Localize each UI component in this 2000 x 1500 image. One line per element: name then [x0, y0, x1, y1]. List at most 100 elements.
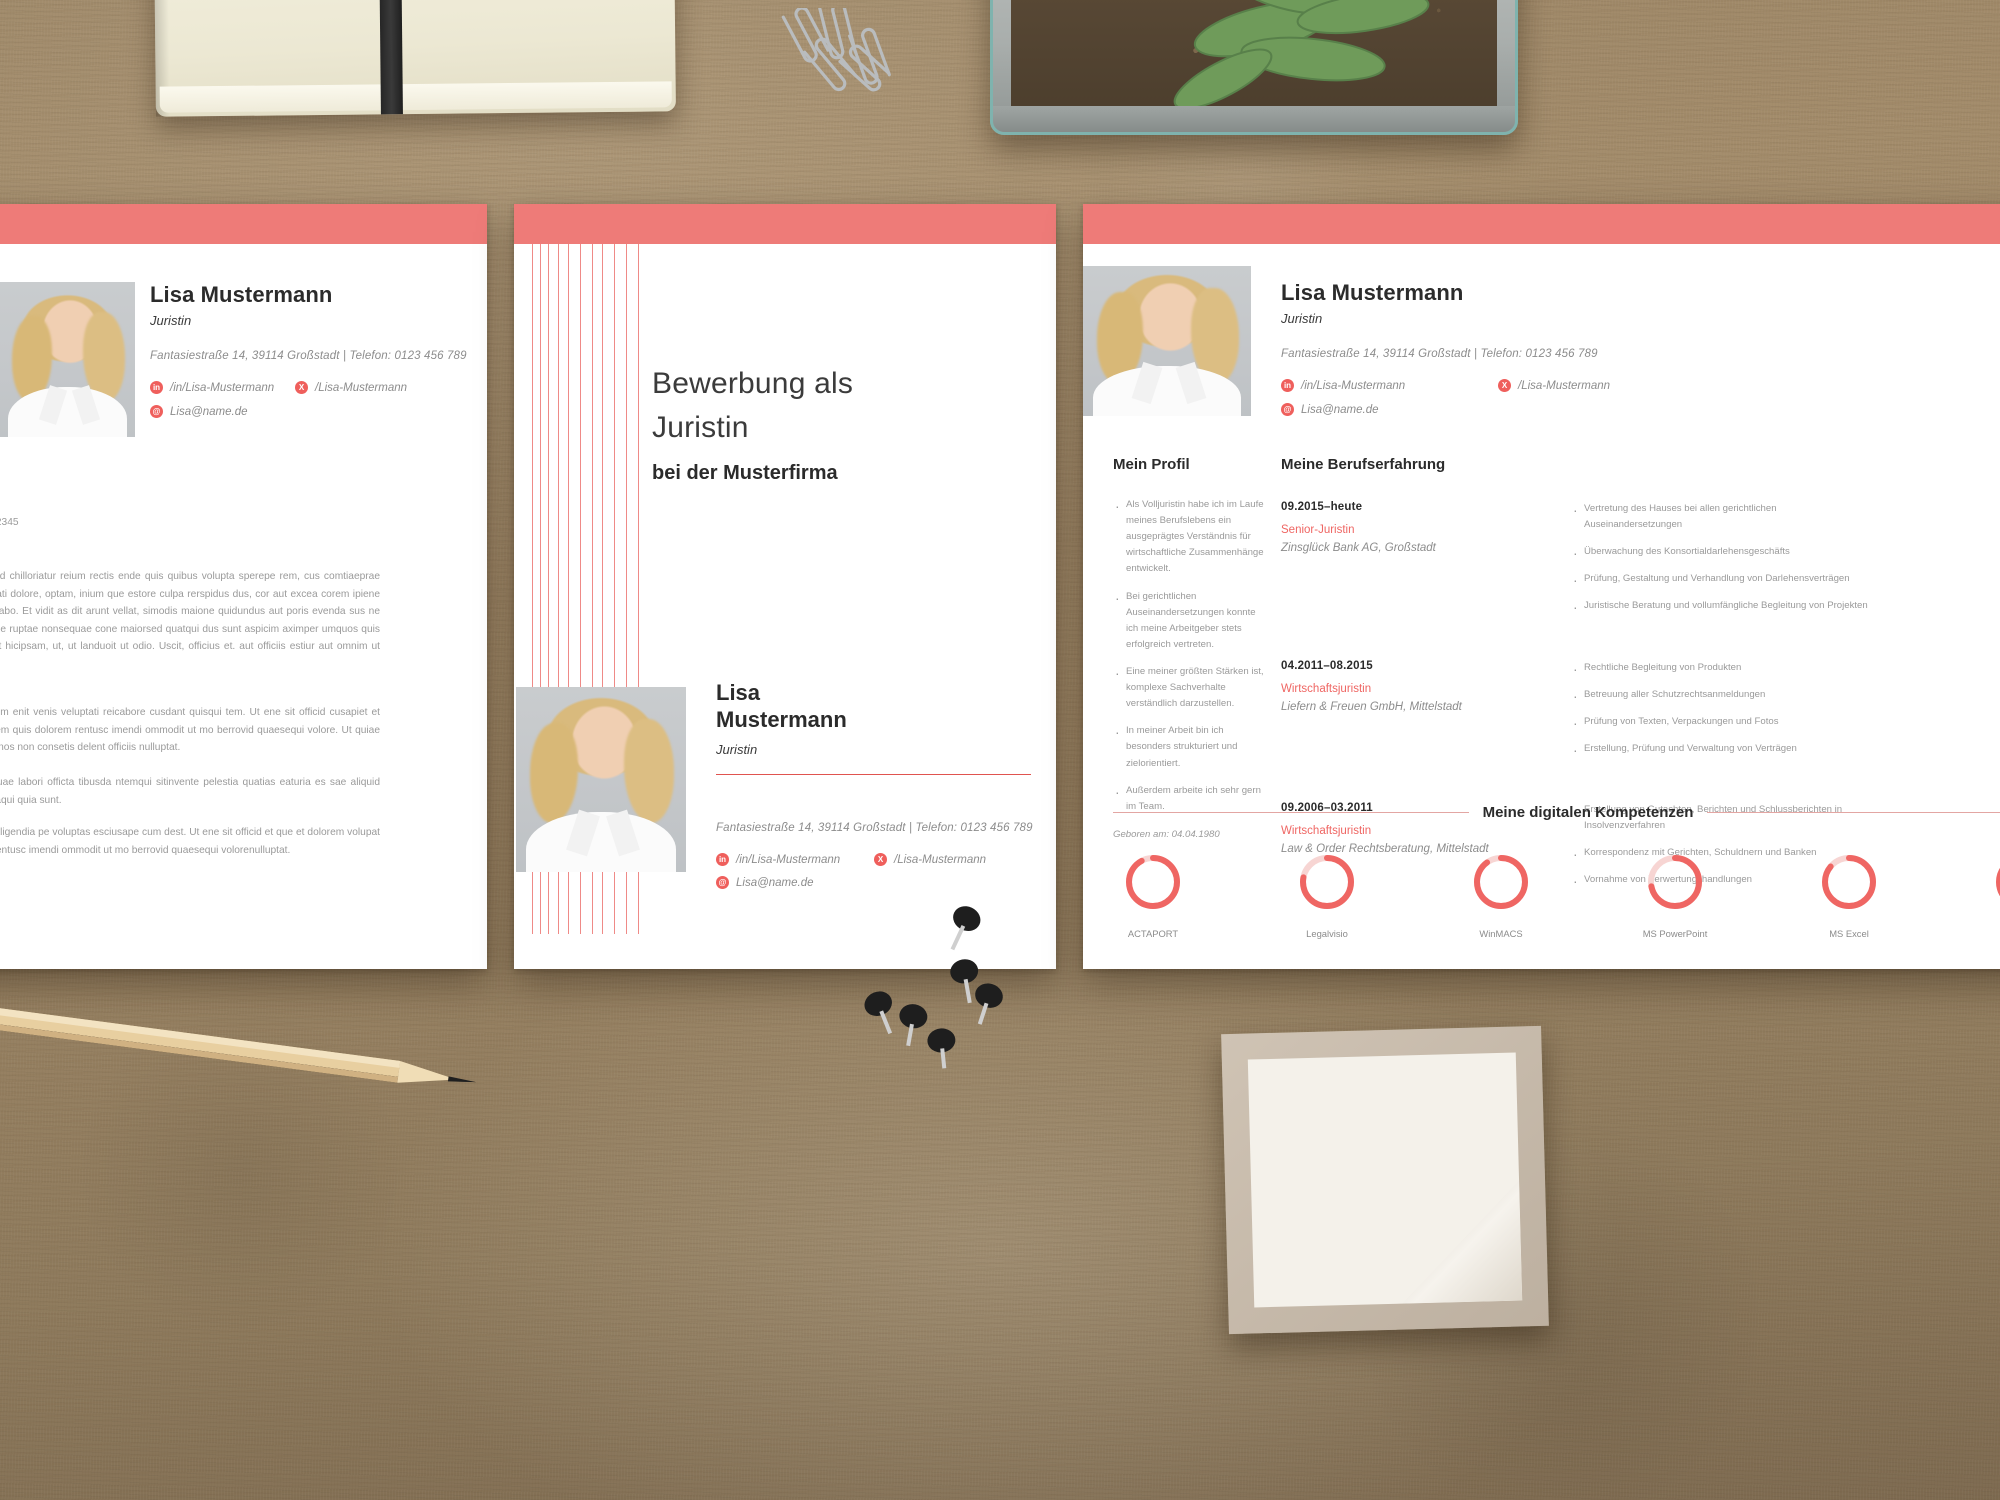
cv-page[interactable]: Lisa Mustermann Juristin Fantasiestraße … — [1083, 204, 2000, 969]
cv-skill: MS Excel — [1809, 851, 1889, 939]
cv-skill: MS Word — [1983, 851, 2000, 939]
cv-skill: WinMACS — [1461, 851, 1541, 939]
cover-address-line: Fantasiestraße 14, 39114 Großstadt | Tel… — [716, 822, 1033, 834]
letter-xing-handle: /Lisa-Mustermann — [315, 381, 408, 394]
skill-ring-icon — [1300, 855, 1354, 909]
cv-profile-bullet: Bei gerichtlichen Auseinandersetzungen k… — [1113, 587, 1265, 653]
letter-linkedin-handle: /in/Lisa-Mustermann — [170, 381, 275, 394]
cv-job-task: Prüfung, Gestaltung und Verhandlung von … — [1571, 569, 1871, 593]
cover-name-line2: Mustermann — [716, 706, 847, 732]
cv-job-company: Liefern & Freuen GmbH, Mittelstadt — [1281, 700, 1462, 713]
at-icon: @ — [1281, 403, 1294, 416]
xing-icon: X — [295, 381, 308, 394]
letter-paragraph-1: Nequi odipsunti sam qui archil explam, u… — [0, 571, 380, 653]
cv-email: Lisa@name.de — [1301, 403, 1379, 416]
cv-person-role: Juristin — [1281, 311, 1323, 326]
xing-icon: X — [1498, 379, 1511, 392]
cv-job-title: Senior-Juristin — [1281, 524, 1355, 536]
cover-title-line2: Juristin — [652, 410, 749, 444]
skills-rule-right — [1707, 812, 2000, 813]
letter-name-block: Lisa Mustermann Juristin — [150, 282, 332, 328]
cover-linkedin-handle: /in/Lisa-Mustermann — [736, 853, 841, 866]
picture-frame-prop — [1221, 1025, 1549, 1335]
cv-job-task: Überwachung des Konsortialdarlehensgesch… — [1571, 542, 1871, 566]
skill-ring-icon — [1822, 855, 1876, 909]
cv-xing-row[interactable]: X /Lisa-Mustermann — [1498, 379, 1610, 392]
frame-inner — [1247, 1052, 1523, 1308]
cover-email: Lisa@name.de — [736, 876, 814, 889]
plant-pot-prop — [990, 0, 1518, 135]
cover-title: Bewerbung als Juristin — [652, 362, 1032, 449]
notebook-prop — [154, 0, 676, 117]
cv-linkedin-handle: /in/Lisa-Mustermann — [1301, 379, 1406, 392]
cv-email-row[interactable]: @ Lisa@name.de — [1281, 403, 1379, 416]
letter-paragraph-2: Rem dempore nos aut laut quia core sum e… — [0, 707, 380, 754]
skill-ring-icon — [1126, 855, 1180, 909]
cv-accent-bar — [1083, 204, 2000, 244]
cover-xing-row[interactable]: X /Lisa-Mustermann — [874, 853, 986, 866]
letter-closing-1: Mit freundlichem Gruß — [0, 858, 75, 876]
cv-person-name: Lisa Mustermann — [1281, 280, 1464, 305]
cover-letter-page[interactable]: Lisa Mustermann Juristin Fantasiestraße … — [0, 204, 487, 969]
cv-portrait-photo — [1083, 266, 1251, 416]
letter-email-row[interactable]: @ Lisa@name.de — [150, 405, 248, 418]
cv-job-entry: 04.2011–08.2015 Wirtschaftsjuristin Liefer… — [1281, 658, 2000, 768]
cover-page[interactable]: Bewerbung als Juristin bei der Musterfir… — [514, 204, 1056, 969]
cv-skill-label: WinMACS — [1479, 928, 1523, 939]
letter-paragraph-3: Ratiunt mainio. Ut estinus explab in cor… — [0, 777, 380, 806]
linkedin-icon: in — [716, 853, 729, 866]
pot-rim — [993, 106, 1515, 132]
letter-reference: Stellenanzeige auf jobjob.de, Referenznu… — [0, 517, 19, 528]
cv-job-task: Erstellung, Prüfung und Verwaltung von V… — [1571, 739, 1871, 763]
cv-job-date: 09.2015–heute — [1281, 501, 1363, 513]
cv-skill: Legalvisio — [1287, 851, 1367, 939]
cover-title-line1: Bewerbung als — [652, 367, 854, 400]
cover-linkedin-row[interactable]: in /in/Lisa-Mustermann — [716, 853, 840, 866]
cv-job-meta: 09.2015–heute Senior-Juristin Zinsglück Ba… — [1281, 501, 1511, 626]
skill-ring-icon — [1474, 855, 1528, 909]
cv-skill-label: MS Excel — [1829, 928, 1869, 939]
cv-skills-section: Meine digitalen Kompetenzen ACTAPORT Lega… — [1113, 804, 2000, 939]
cv-job-task-list: Vertretung des Hauses bei allen gerichtl… — [1571, 499, 1871, 626]
cv-job-entry: 09.2015–heute Senior-Juristin Zinsglück Ba… — [1281, 499, 2000, 626]
cv-xing-handle: /Lisa-Mustermann — [1518, 379, 1611, 392]
cv-job-date: 04.2011–08.2015 — [1281, 659, 1373, 672]
cv-skills-heading-row: Meine digitalen Kompetenzen — [1113, 804, 2000, 821]
letter-person-role: Juristin — [150, 313, 192, 328]
letter-accent-bar — [0, 204, 487, 244]
skills-rule-left — [1113, 812, 1469, 813]
cv-profile-bullet: In meiner Arbeit bin ich besonders struk… — [1113, 721, 1265, 771]
cover-name-line1: Lisa — [716, 680, 761, 705]
letter-email: Lisa@name.de — [170, 405, 248, 418]
cv-skill-label: Legalvisio — [1306, 928, 1348, 939]
cv-skill-label: ACTAPORT — [1127, 928, 1179, 939]
cv-profile-heading: Mein Profil — [1113, 456, 1190, 473]
linkedin-icon: in — [1281, 379, 1294, 392]
pushpins-prop — [840, 900, 1080, 1090]
letter-portrait-photo — [0, 282, 135, 437]
letter-linkedin-row[interactable]: in /in/Lisa-Mustermann — [150, 381, 274, 394]
cover-role: Juristin — [716, 742, 758, 757]
letter-xing-row[interactable]: X /Lisa-Mustermann — [295, 381, 407, 394]
linkedin-icon: in — [150, 381, 163, 394]
cv-name-block: Lisa Mustermann Juristin — [1281, 280, 1463, 326]
cover-email-row[interactable]: @ Lisa@name.de — [716, 876, 814, 889]
cv-profile-bullet-list: Als Volljuristin habe ich im Laufe meine… — [1113, 495, 1265, 815]
cv-profile-bullet: Als Volljuristin habe ich im Laufe meine… — [1113, 495, 1265, 578]
cv-experience-heading: Meine Berufserfahrung — [1281, 456, 1446, 473]
cv-linkedin-row[interactable]: in /in/Lisa-Mustermann — [1281, 379, 1405, 392]
cv-job-task-list: Rechtliche Begleitung von Produkten Betre… — [1571, 658, 1871, 768]
cover-xing-handle: /Lisa-Mustermann — [894, 853, 987, 866]
letter-address-line: Fantasiestraße 14, 39114 Großstadt | Tel… — [150, 350, 467, 362]
skill-ring-icon — [1648, 855, 1702, 909]
cv-job-task: Betreuung aller Schutzrechtsanmeldungen — [1571, 685, 1871, 709]
cv-address-line: Fantasiestraße 14, 39114 Großstadt | Tel… — [1281, 348, 1598, 360]
cover-divider — [716, 774, 1031, 775]
at-icon: @ — [150, 405, 163, 418]
xing-icon: X — [874, 853, 887, 866]
cv-job-task: Juristische Beratung und vollumfängliche… — [1571, 596, 1871, 620]
letter-salutation: Sehr geehrter Herr Muster, — [0, 540, 435, 558]
cv-skill-ring-row: ACTAPORT Legalvisio WinMACS MS PowerPoint MS… — [1113, 851, 2000, 939]
letter-person-name: Lisa Mustermann — [150, 282, 333, 307]
frame-paper-curl — [1399, 1180, 1522, 1303]
